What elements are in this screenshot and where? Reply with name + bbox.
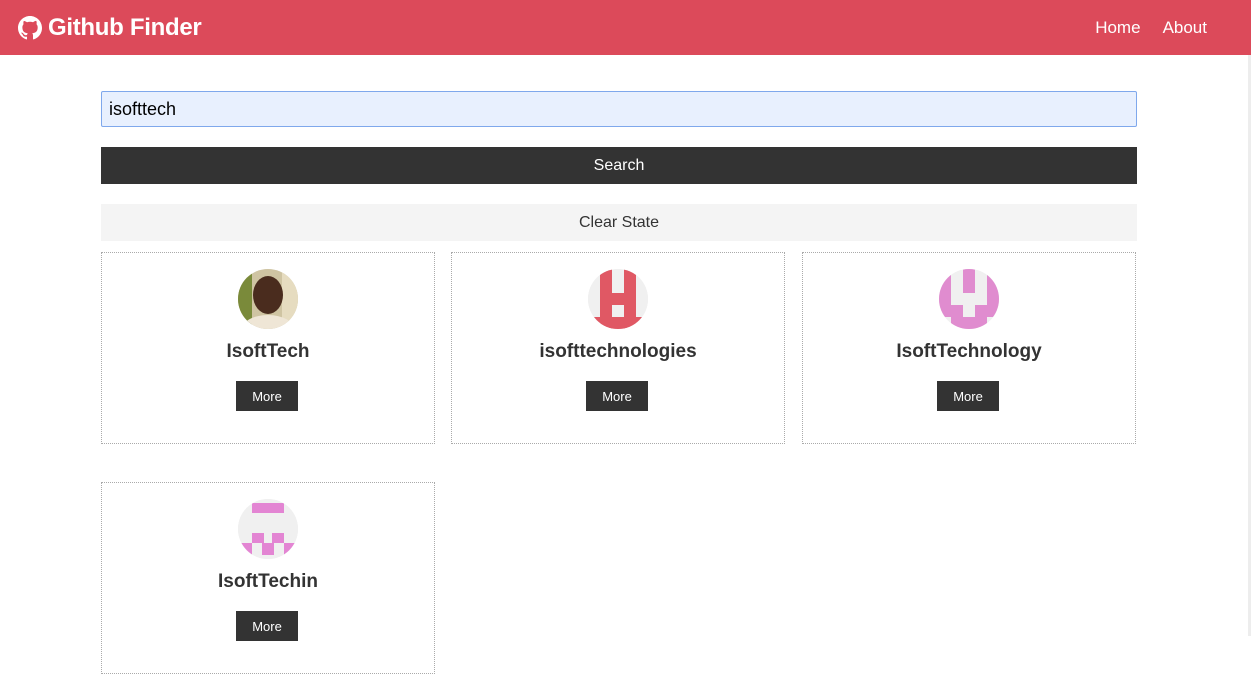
user-card: isofttechnologies More bbox=[451, 252, 785, 444]
app-title: Github Finder bbox=[48, 13, 202, 41]
avatar bbox=[939, 269, 999, 329]
navbar: Github Finder Home About bbox=[0, 0, 1251, 55]
search-button[interactable]: Search bbox=[101, 147, 1137, 184]
brand[interactable]: Github Finder bbox=[18, 13, 202, 42]
github-icon bbox=[18, 15, 42, 40]
user-name: IsoftTechin bbox=[218, 571, 318, 592]
user-card: IsoftTech More bbox=[101, 252, 435, 444]
avatar bbox=[238, 499, 298, 559]
user-name: IsoftTech bbox=[226, 341, 310, 362]
more-button[interactable]: More bbox=[236, 381, 298, 411]
clear-state-button[interactable]: Clear State bbox=[101, 204, 1137, 241]
avatar bbox=[238, 269, 298, 329]
more-button[interactable]: More bbox=[236, 611, 298, 641]
user-card: IsoftTechnology More bbox=[802, 252, 1136, 444]
more-button[interactable]: More bbox=[586, 381, 648, 411]
nav-link-about[interactable]: About bbox=[1163, 18, 1207, 38]
avatar bbox=[588, 269, 648, 329]
search-input[interactable] bbox=[101, 91, 1137, 127]
user-name: isofttechnologies bbox=[539, 341, 697, 362]
nav-link-home[interactable]: Home bbox=[1095, 18, 1140, 38]
more-button[interactable]: More bbox=[937, 381, 999, 411]
user-card: IsoftTechin More bbox=[101, 482, 435, 674]
user-name: IsoftTechnology bbox=[896, 341, 1042, 362]
nav-links: Home About bbox=[1095, 18, 1207, 38]
